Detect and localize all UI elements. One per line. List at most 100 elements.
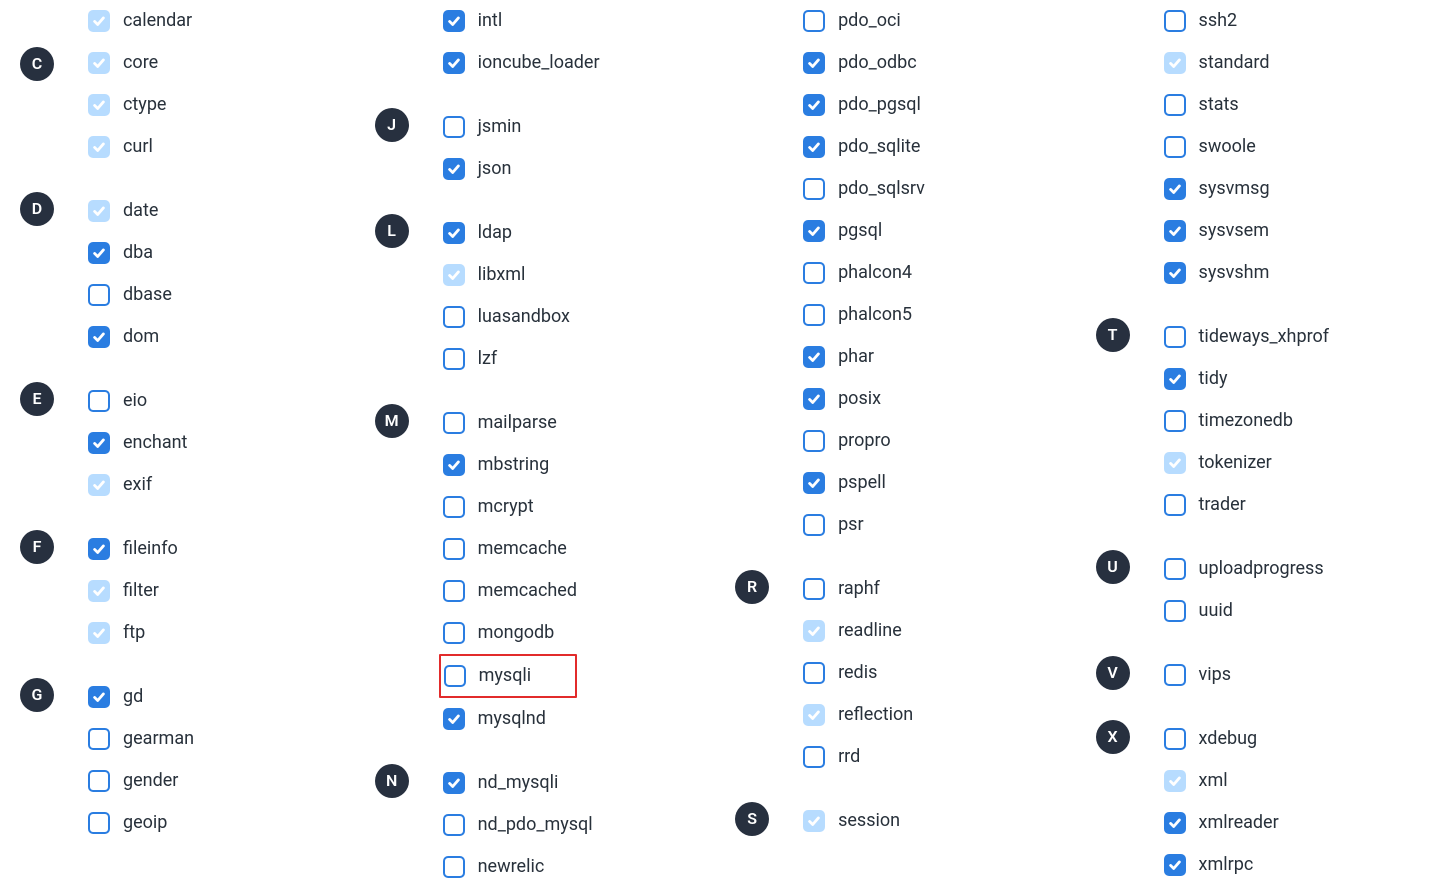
extension-label-ssh2: ssh2: [1199, 12, 1238, 30]
checkbox-pdo_sqlite[interactable]: [803, 136, 825, 158]
checkbox-newrelic[interactable]: [443, 856, 465, 878]
checkbox-pdo_pgsql[interactable]: [803, 94, 825, 116]
extension-item-mailparse: mailparse: [443, 402, 577, 444]
extension-label-timezonedb: timezonedb: [1199, 412, 1293, 430]
checkbox-geoip[interactable]: [88, 812, 110, 834]
checkbox-raphf[interactable]: [803, 578, 825, 600]
extension-item-tokenizer: tokenizer: [1164, 442, 1329, 484]
checkbox-dbase[interactable]: [88, 284, 110, 306]
checkbox-phalcon4[interactable]: [803, 262, 825, 284]
checkbox-redis[interactable]: [803, 662, 825, 684]
extension-item-curl: curl: [88, 126, 192, 168]
extension-item-intl: intl: [443, 0, 600, 42]
extension-item-filter: filter: [88, 570, 178, 612]
extension-group-cont: intl ioncube_loader: [375, 0, 735, 84]
extension-item-date: date: [88, 190, 172, 232]
checkbox-phalcon5[interactable]: [803, 304, 825, 326]
extension-item-rrd: rrd: [803, 736, 913, 778]
checkbox-tidy[interactable]: [1164, 368, 1186, 390]
checkbox-trader[interactable]: [1164, 494, 1186, 516]
checkbox-pdo_odbc[interactable]: [803, 52, 825, 74]
checkbox-psr[interactable]: [803, 514, 825, 536]
checkbox-timezonedb[interactable]: [1164, 410, 1186, 432]
checkbox-memcache[interactable]: [443, 538, 465, 560]
items-list: jsminjson: [443, 106, 522, 190]
checkbox-memcached[interactable]: [443, 580, 465, 602]
checkbox-pdo_oci[interactable]: [803, 10, 825, 32]
checkbox-mongodb[interactable]: [443, 622, 465, 644]
checkbox-stats[interactable]: [1164, 94, 1186, 116]
extension-item-tideways_xhprof: tideways_xhprof: [1164, 316, 1329, 358]
checkbox-mailparse[interactable]: [443, 412, 465, 434]
checkbox-propro[interactable]: [803, 430, 825, 452]
checkbox-ssh2[interactable]: [1164, 10, 1186, 32]
extension-item-gender: gender: [88, 760, 194, 802]
extension-label-vips: vips: [1199, 666, 1232, 684]
checkbox-mbstring[interactable]: [443, 454, 465, 476]
checkbox-xmlreader[interactable]: [1164, 812, 1186, 834]
extension-group-cont: pdo_ocipdo_odbcpdo_pgsqlpdo_sqlitepdo_sq…: [735, 0, 1095, 546]
extension-item-mcrypt: mcrypt: [443, 486, 577, 528]
items-list: fileinfofilterftp: [88, 528, 178, 654]
extension-item-psr: psr: [803, 504, 925, 546]
checkbox-ioncube_loader[interactable]: [443, 52, 465, 74]
checkbox-ldap[interactable]: [443, 222, 465, 244]
checkbox-eio[interactable]: [88, 390, 110, 412]
checkbox-phar[interactable]: [803, 346, 825, 368]
extension-group-R: Rraphfreadlineredisreflectionrrd: [735, 546, 1095, 778]
checkbox-posix[interactable]: [803, 388, 825, 410]
checkbox-ctype: [88, 94, 110, 116]
checkbox-nd_pdo_mysql[interactable]: [443, 814, 465, 836]
checkbox-uploadprogress[interactable]: [1164, 558, 1186, 580]
checkbox-sysvsem[interactable]: [1164, 220, 1186, 242]
extension-label-dom: dom: [123, 328, 159, 346]
items-list: raphfreadlineredisreflectionrrd: [803, 568, 913, 778]
checkbox-nd_mysqli[interactable]: [443, 772, 465, 794]
extension-group-cont: Ccalendarcorectypecurl: [20, 0, 375, 168]
checkbox-xdebug[interactable]: [1164, 728, 1186, 750]
checkbox-pspell[interactable]: [803, 472, 825, 494]
extension-item-vips: vips: [1164, 654, 1232, 696]
checkbox-gd[interactable]: [88, 686, 110, 708]
extension-item-jsmin: jsmin: [443, 106, 522, 148]
badge-wrap: C: [20, 0, 88, 168]
checkbox-sysvmsg[interactable]: [1164, 178, 1186, 200]
extension-item-phalcon4: phalcon4: [803, 252, 925, 294]
checkbox-pdo_sqlsrv[interactable]: [803, 178, 825, 200]
checkbox-vips[interactable]: [1164, 664, 1186, 686]
extension-label-posix: posix: [838, 390, 881, 408]
extension-label-ioncube_loader: ioncube_loader: [478, 54, 600, 72]
checkbox-dom[interactable]: [88, 326, 110, 348]
checkbox-luasandbox[interactable]: [443, 306, 465, 328]
checkbox-uuid[interactable]: [1164, 600, 1186, 622]
checkbox-intl[interactable]: [443, 10, 465, 32]
checkbox-lzf[interactable]: [443, 348, 465, 370]
checkbox-xmlrpc[interactable]: [1164, 854, 1186, 876]
badge-wrap: T: [1096, 316, 1164, 352]
checkbox-sysvshm[interactable]: [1164, 262, 1186, 284]
checkbox-tideways_xhprof[interactable]: [1164, 326, 1186, 348]
checkbox-mysqli[interactable]: [444, 665, 466, 687]
extension-label-geoip: geoip: [123, 814, 167, 832]
extension-label-phalcon4: phalcon4: [838, 264, 912, 282]
extension-label-sysvsem: sysvsem: [1199, 222, 1269, 240]
checkbox-swoole[interactable]: [1164, 136, 1186, 158]
extension-item-uuid: uuid: [1164, 590, 1324, 632]
checkbox-json[interactable]: [443, 158, 465, 180]
checkbox-enchant[interactable]: [88, 432, 110, 454]
checkbox-dba[interactable]: [88, 242, 110, 264]
letter-badge-R: R: [735, 570, 769, 604]
checkbox-gender[interactable]: [88, 770, 110, 792]
extension-label-standard: standard: [1199, 54, 1270, 72]
letter-badge-U: U: [1096, 550, 1130, 584]
items-list: eioenchantexif: [88, 380, 187, 506]
extension-item-mysqli: mysqli: [444, 659, 557, 693]
checkbox-gearman[interactable]: [88, 728, 110, 750]
checkbox-fileinfo[interactable]: [88, 538, 110, 560]
extension-label-mbstring: mbstring: [478, 456, 550, 474]
checkbox-mysqlnd[interactable]: [443, 708, 465, 730]
checkbox-jsmin[interactable]: [443, 116, 465, 138]
checkbox-rrd[interactable]: [803, 746, 825, 768]
checkbox-mcrypt[interactable]: [443, 496, 465, 518]
checkbox-pgsql[interactable]: [803, 220, 825, 242]
